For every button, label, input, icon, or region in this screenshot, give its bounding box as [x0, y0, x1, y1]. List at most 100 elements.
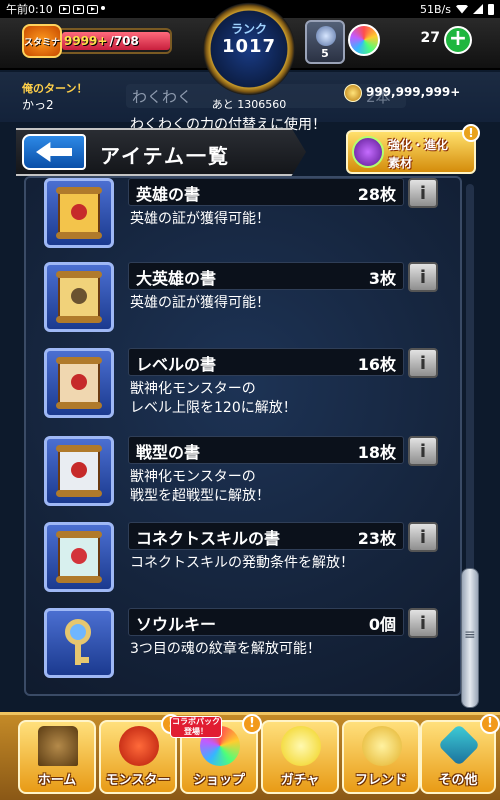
- evolve-label-2: 素材: [388, 156, 413, 170]
- home-gate-icon: [38, 726, 78, 766]
- item-icon-frame: [44, 348, 114, 418]
- shop-alert-badge: !: [242, 714, 262, 734]
- info-button[interactable]: i: [408, 348, 438, 378]
- item-name: 大英雄の書: [136, 269, 217, 288]
- evolve-gem-icon: [352, 136, 384, 168]
- evolve-label-1: 強化・進化: [388, 138, 449, 152]
- rank-badge[interactable]: ランク 1017: [200, 0, 298, 98]
- helper-count: 5: [321, 47, 329, 60]
- item-count: 0個: [368, 615, 396, 634]
- battery-icon: [488, 3, 494, 15]
- nav-other-label: その他: [438, 773, 478, 788]
- list-item[interactable]: レベルの書 16枚 i 獣神化モンスターの レベル上限を120に解放！: [44, 348, 444, 428]
- item-icon-frame: [44, 178, 114, 248]
- gold-amount: 999,999,999+: [366, 85, 461, 99]
- item-count: 16枚: [357, 355, 396, 374]
- rank-next: あと 1306560: [211, 98, 287, 111]
- list-item[interactable]: 戦型の書 18枚 i 獣神化モンスターの 戦型を超戦型に解放！: [44, 436, 444, 516]
- friend-icon: [362, 726, 402, 766]
- status-right: 51B/s: [420, 3, 494, 16]
- item-count: 28枚: [357, 185, 396, 204]
- page-title: アイテム一覧: [100, 144, 230, 168]
- item-icon-frame: [44, 262, 114, 332]
- item-icon-frame: [44, 522, 114, 592]
- helper-button[interactable]: 5: [305, 20, 345, 64]
- buy-orbs-button[interactable]: +: [444, 26, 472, 54]
- info-button[interactable]: i: [408, 178, 438, 208]
- nav-gacha[interactable]: ガチャ: [261, 720, 339, 794]
- emblem-icon: [71, 374, 87, 390]
- item-desc: コネクトスキルの発動条件を解放！: [130, 555, 354, 571]
- net-speed: 51B/s: [420, 2, 451, 16]
- item-desc: 英雄の証が獲得可能！: [130, 295, 270, 311]
- list-item[interactable]: ソウルキー 0個 i 3つ目の魂の紋章を解放可能！: [44, 608, 444, 688]
- back-button[interactable]: [22, 134, 86, 170]
- list-item[interactable]: 大英雄の書 3枚 i 英雄の証が獲得可能！: [44, 262, 444, 342]
- item-desc: 英雄の証が獲得可能！: [130, 211, 270, 227]
- emblem-icon: [71, 288, 87, 304]
- other-alert-badge: !: [480, 714, 500, 734]
- stamina-current: 9999+: [64, 34, 108, 48]
- stamina-text: 9999+ /708: [64, 32, 139, 50]
- list-item[interactable]: 英雄の書 28枚 i 英雄の証が獲得可能！: [44, 178, 444, 258]
- signal-icon: [473, 4, 483, 14]
- info-button[interactable]: i: [408, 262, 438, 292]
- nav-friend[interactable]: フレンド: [342, 720, 420, 794]
- stamina-max: /708: [109, 34, 139, 48]
- nav-gacha-label: ガチャ: [280, 773, 320, 788]
- nav-home[interactable]: ホーム: [18, 720, 96, 794]
- item-name: コネクトスキルの書: [136, 529, 281, 548]
- item-name: 戦型の書: [136, 443, 201, 462]
- list-item[interactable]: コネクトスキルの書 23枚 i コネクトスキルの発動条件を解放！: [44, 522, 444, 602]
- helper-icon: [316, 26, 336, 46]
- emblem-icon: [71, 548, 87, 564]
- rank-label: ランク: [230, 22, 267, 36]
- item-name: レベルの書: [136, 355, 217, 374]
- nav-shop-label: ショップ: [192, 773, 245, 788]
- info-button[interactable]: i: [408, 608, 438, 638]
- more-dot-icon: [100, 5, 105, 10]
- ghost-item-name: わくわく: [132, 88, 193, 106]
- youtube-icon: [86, 4, 98, 14]
- gold-coin-icon: [344, 84, 362, 102]
- emblem-icon: [71, 462, 87, 478]
- evolve-materials-button[interactable]: 強化・進化 素材 !: [346, 124, 480, 174]
- rank-value: 1017: [221, 36, 277, 57]
- item-desc: 獣神化モンスターの レベル上限を120に解放！: [130, 381, 297, 416]
- orb-count: 27: [420, 30, 440, 46]
- nav-monster[interactable]: モンスター !: [99, 714, 181, 794]
- stamina-badge: スタミナ: [22, 24, 62, 58]
- item-desc: 3つ目の魂の紋章を解放可能！: [130, 641, 321, 657]
- hero-book-icon: [56, 187, 102, 239]
- item-count: 18枚: [357, 443, 396, 462]
- monster-icon: [119, 726, 159, 766]
- status-notification-icons: [58, 4, 105, 14]
- nav-home-label: ホーム: [37, 773, 77, 788]
- connect-skill-book-icon: [56, 531, 102, 583]
- orb-icon: [348, 24, 380, 56]
- level-book-icon: [56, 357, 102, 409]
- scrollbar-thumb[interactable]: [461, 568, 479, 708]
- info-button[interactable]: i: [408, 522, 438, 552]
- great-hero-book-icon: [56, 271, 102, 323]
- battle-type-book-icon: [56, 445, 102, 497]
- item-icon-frame: [44, 436, 114, 506]
- soul-key-icon: [55, 619, 103, 667]
- nav-friend-label: フレンド: [354, 773, 407, 788]
- youtube-icon: [72, 4, 84, 14]
- item-count: 23枚: [357, 529, 396, 548]
- collab-pack-tag: コラボパック 登場！: [170, 716, 222, 738]
- info-button[interactable]: i: [408, 436, 438, 466]
- evolve-alert-badge: !: [462, 124, 480, 142]
- nav-monster-label: モンスター: [105, 773, 171, 788]
- item-count: 3枚: [368, 269, 396, 288]
- other-menu-icon: [437, 723, 481, 767]
- back-arrow-icon: [36, 142, 72, 162]
- key-tooth: [81, 657, 89, 663]
- youtube-icon: [58, 4, 70, 14]
- item-name: 英雄の書: [136, 185, 201, 204]
- emblem-icon: [71, 204, 87, 220]
- turn-player: かっ2: [22, 98, 54, 112]
- nav-other[interactable]: その他 !: [420, 714, 500, 794]
- gacha-egg-icon: [281, 726, 321, 766]
